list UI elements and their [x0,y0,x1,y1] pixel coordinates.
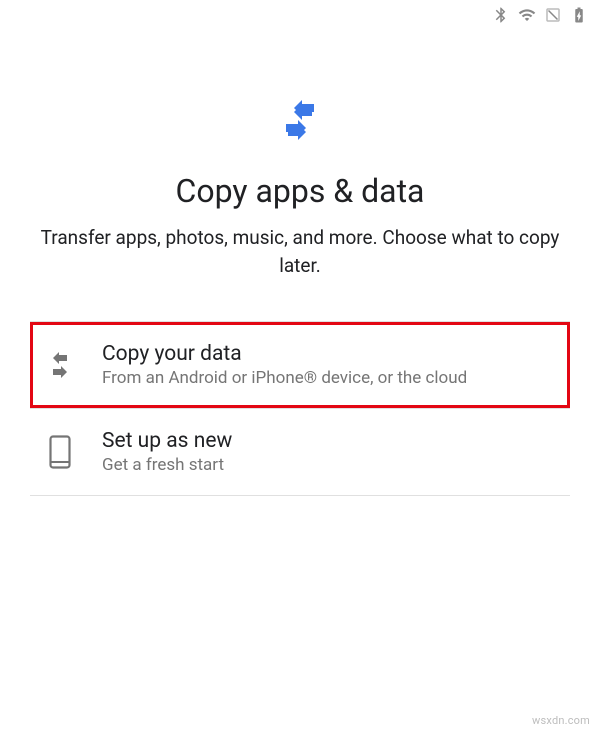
phone-icon [36,435,84,469]
option-subtitle: Get a fresh start [102,455,560,475]
status-bar [0,0,600,30]
options-list: Copy your data From an Android or iPhone… [0,321,600,496]
page-subtitle: Transfer apps, photos, music, and more. … [35,224,565,279]
wifi-icon [518,6,536,28]
battery-charging-icon [570,6,588,28]
option-text: Copy your data From an Android or iPhone… [102,342,560,388]
transfer-hero-icon [276,100,324,148]
transfer-icon [36,351,84,379]
option-subtitle: From an Android or iPhone® device, or th… [102,368,560,388]
page-title: Copy apps & data [176,172,425,210]
divider [30,495,570,496]
no-sim-icon [544,6,562,28]
option-copy-your-data[interactable]: Copy your data From an Android or iPhone… [30,322,570,408]
bluetooth-icon [492,6,510,28]
option-title: Copy your data [102,342,560,366]
option-title: Set up as new [102,429,560,453]
watermark: wsxdn.com [532,714,590,727]
hero-section: Copy apps & data Transfer apps, photos, … [0,100,600,279]
option-set-up-as-new[interactable]: Set up as new Get a fresh start [30,409,570,495]
option-text: Set up as new Get a fresh start [102,429,560,475]
